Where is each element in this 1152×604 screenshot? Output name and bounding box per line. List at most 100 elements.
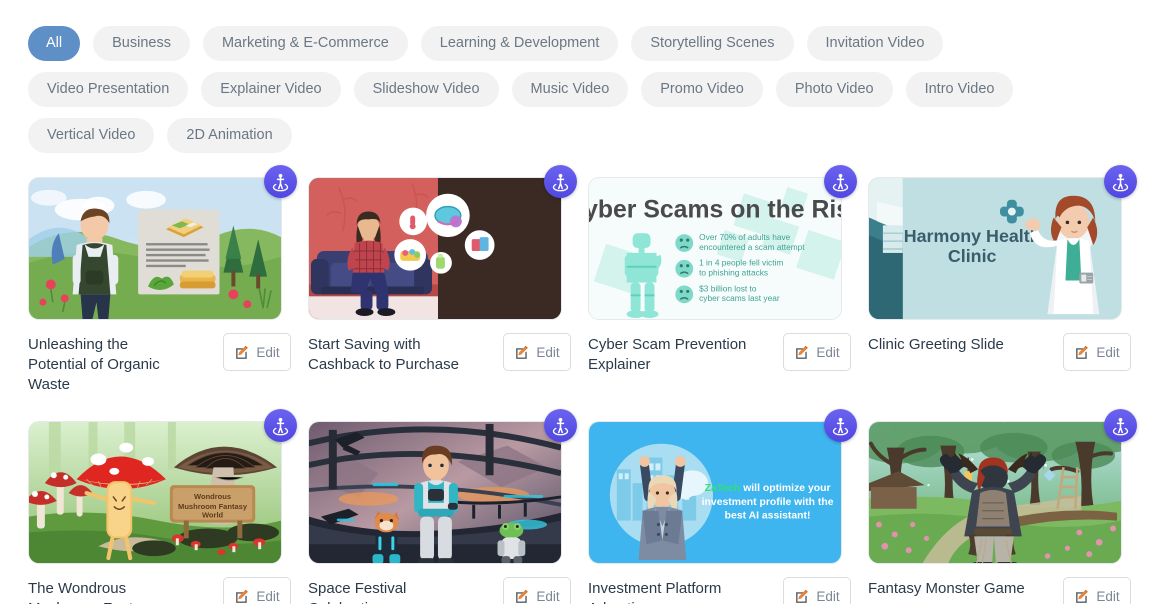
template-thumbnail[interactable]: Harmony Health Clinic <box>868 177 1122 320</box>
filter-chip-learning-development[interactable]: Learning & Development <box>421 26 619 61</box>
avatar-rotate-icon[interactable] <box>264 165 297 198</box>
card-title: The Wondrous Mushroom Fantasy World <box>28 577 188 604</box>
svg-text:best AI assistant!: best AI assistant! <box>725 511 811 522</box>
svg-text:World: World <box>202 511 224 520</box>
template-card[interactable]: Start Saving with Cashback to Purchase E… <box>308 177 571 395</box>
filter-chip-intro-video[interactable]: Intro Video <box>906 72 1014 107</box>
pencil-square-icon <box>234 344 251 361</box>
template-card[interactable]: Cyber Scams on the Rise <box>588 177 851 395</box>
avatar-rotate-icon[interactable] <box>544 409 577 442</box>
template-thumbnail[interactable] <box>308 421 562 564</box>
template-card[interactable]: ZaTech will optimize your investment pro… <box>588 421 851 604</box>
svg-text:Over 70% of adults have: Over 70% of adults have <box>699 232 791 242</box>
card-title: Clinic Greeting Slide <box>868 333 1004 355</box>
avatar-rotate-icon[interactable] <box>544 165 577 198</box>
edit-button[interactable]: Edit <box>503 577 571 604</box>
template-card[interactable]: Unleashing the Potential of Organic Wast… <box>28 177 291 395</box>
template-thumbnail[interactable]: ZaTech will optimize your investment pro… <box>588 421 842 564</box>
svg-text:Harmony Health: Harmony Health <box>904 226 1041 246</box>
filter-chip-storytelling-scenes[interactable]: Storytelling Scenes <box>631 26 793 61</box>
svg-text:encountered a scam attempt: encountered a scam attempt <box>699 242 805 252</box>
card-footer: Fantasy Monster Game Edit <box>868 577 1131 604</box>
template-thumbnail[interactable]: Cyber Scams on the Rise <box>588 177 842 320</box>
thumbnail-wrapper <box>308 421 571 564</box>
thumbnail-wrapper <box>868 421 1131 564</box>
card-title: Start Saving with Cashback to Purchase <box>308 333 468 375</box>
svg-text:cyber scams last year: cyber scams last year <box>699 293 780 303</box>
edit-button-label: Edit <box>1096 345 1119 360</box>
svg-text:investment profile with the: investment profile with the <box>702 497 834 508</box>
filter-chip-2d-animation[interactable]: 2D Animation <box>167 118 291 153</box>
avatar-rotate-icon[interactable] <box>1104 409 1137 442</box>
edit-button-label: Edit <box>816 345 839 360</box>
template-thumbnail[interactable] <box>868 421 1122 564</box>
edit-button-label: Edit <box>536 589 559 604</box>
filter-chip-invitation-video[interactable]: Invitation Video <box>807 26 944 61</box>
card-title: Fantasy Monster Game <box>868 577 1025 599</box>
filter-chip-vertical-video[interactable]: Vertical Video <box>28 118 154 153</box>
template-card[interactable]: Fantasy Monster Game Edit <box>868 421 1131 604</box>
template-thumbnail[interactable]: Wondrous Mushroom Fantasy World <box>28 421 282 564</box>
card-title: Space Festival Celebration <box>308 577 468 604</box>
card-footer: Clinic Greeting Slide Edit <box>868 333 1131 371</box>
avatar-rotate-icon[interactable] <box>1104 165 1137 198</box>
thumbnail-wrapper <box>308 177 571 320</box>
svg-text:Wondrous: Wondrous <box>194 492 231 501</box>
edit-button-label: Edit <box>256 589 279 604</box>
filter-chip-photo-video[interactable]: Photo Video <box>776 72 893 107</box>
filter-chip-business[interactable]: Business <box>93 26 190 61</box>
filter-chip-marketing-ecommerce[interactable]: Marketing & E-Commerce <box>203 26 408 61</box>
avatar-rotate-icon[interactable] <box>824 165 857 198</box>
category-filter-bar: All Business Marketing & E-Commerce Lear… <box>0 0 1100 153</box>
filter-chip-music-video[interactable]: Music Video <box>512 72 629 107</box>
svg-text:1 in 4 people fell victim: 1 in 4 people fell victim <box>699 258 783 268</box>
svg-text:Clinic: Clinic <box>948 246 997 266</box>
filter-chip-all[interactable]: All <box>28 26 80 61</box>
thumbnail-wrapper: ZaTech will optimize your investment pro… <box>588 421 851 564</box>
svg-text:Mushroom Fantasy: Mushroom Fantasy <box>178 502 248 511</box>
edit-button[interactable]: Edit <box>503 333 571 371</box>
pencil-square-icon <box>1074 344 1091 361</box>
template-card[interactable]: Wondrous Mushroom Fantasy World <box>28 421 291 604</box>
svg-text:$3 billion lost to: $3 billion lost to <box>699 283 757 293</box>
thumb-brand-text: ZaTech <box>705 483 741 494</box>
pencil-square-icon <box>794 344 811 361</box>
edit-button-label: Edit <box>816 589 839 604</box>
card-footer: Unleashing the Potential of Organic Wast… <box>28 333 291 395</box>
card-title: Investment Platform Advertise <box>588 577 748 604</box>
edit-button[interactable]: Edit <box>223 333 291 371</box>
edit-button-label: Edit <box>256 345 279 360</box>
pencil-square-icon <box>234 588 251 604</box>
card-title: Unleashing the Potential of Organic Wast… <box>28 333 188 395</box>
edit-button[interactable]: Edit <box>1063 577 1131 604</box>
thumb-heading-text: Cyber Scams on the Rise <box>589 197 841 224</box>
template-card[interactable]: Harmony Health Clinic <box>868 177 1131 395</box>
svg-text:ZaTech will optimize your: ZaTech will optimize your <box>705 483 831 494</box>
pencil-square-icon <box>514 588 531 604</box>
card-footer: Investment Platform Advertise Edit <box>588 577 851 604</box>
avatar-rotate-icon[interactable] <box>824 409 857 442</box>
template-thumbnail[interactable] <box>308 177 562 320</box>
edit-button[interactable]: Edit <box>783 577 851 604</box>
pencil-square-icon <box>514 344 531 361</box>
edit-button[interactable]: Edit <box>223 577 291 604</box>
filter-chip-slideshow-video[interactable]: Slideshow Video <box>354 72 499 107</box>
template-grid: Unleashing the Potential of Organic Wast… <box>0 177 1152 604</box>
filter-chip-promo-video[interactable]: Promo Video <box>641 72 763 107</box>
template-card[interactable]: Space Festival Celebration Edit <box>308 421 571 604</box>
pencil-square-icon <box>1074 588 1091 604</box>
edit-button[interactable]: Edit <box>1063 333 1131 371</box>
avatar-rotate-icon[interactable] <box>264 409 297 442</box>
card-footer: Space Festival Celebration Edit <box>308 577 571 604</box>
card-footer: Start Saving with Cashback to Purchase E… <box>308 333 571 375</box>
edit-button[interactable]: Edit <box>783 333 851 371</box>
card-footer: Cyber Scam Prevention Explainer Edit <box>588 333 851 375</box>
thumbnail-wrapper <box>28 177 291 320</box>
thumbnail-wrapper: Wondrous Mushroom Fantasy World <box>28 421 291 564</box>
template-thumbnail[interactable] <box>28 177 282 320</box>
thumbnail-wrapper: Cyber Scams on the Rise <box>588 177 851 320</box>
card-title: Cyber Scam Prevention Explainer <box>588 333 748 375</box>
filter-chip-video-presentation[interactable]: Video Presentation <box>28 72 188 107</box>
filter-chip-explainer-video[interactable]: Explainer Video <box>201 72 340 107</box>
pencil-square-icon <box>794 588 811 604</box>
